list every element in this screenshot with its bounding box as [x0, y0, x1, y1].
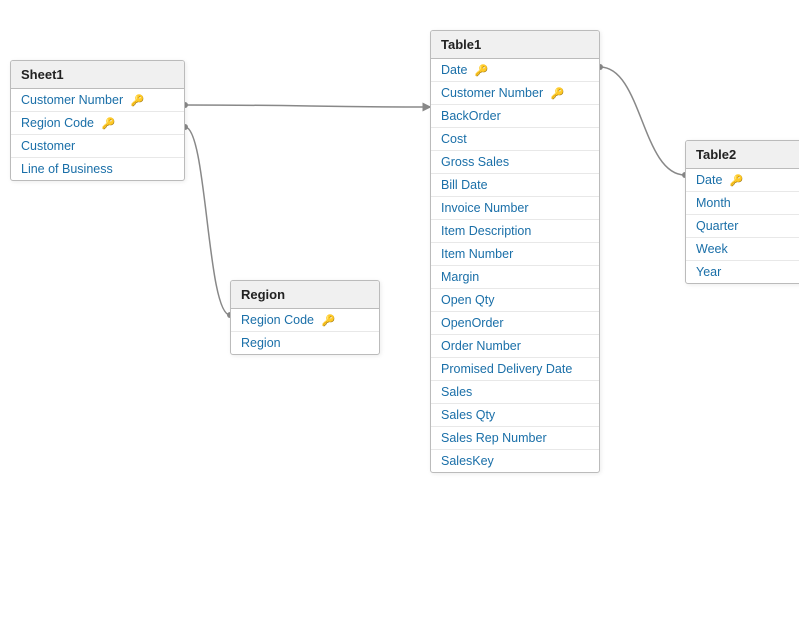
table2-date[interactable]: Date 🔑 [686, 169, 799, 192]
table1-openorder[interactable]: OpenOrder [431, 312, 599, 335]
table1-order-number[interactable]: Order Number [431, 335, 599, 358]
table1-item-description[interactable]: Item Description [431, 220, 599, 243]
table1-sales[interactable]: Sales [431, 381, 599, 404]
table1-sales-qty[interactable]: Sales Qty [431, 404, 599, 427]
table1-customer-number[interactable]: Customer Number 🔑 [431, 82, 599, 105]
table1-sales-rep-number[interactable]: Sales Rep Number [431, 427, 599, 450]
key-icon: 🔑 [475, 64, 489, 77]
sheet1-line-of-business[interactable]: Line of Business [11, 158, 184, 180]
table1-gross-sales[interactable]: Gross Sales [431, 151, 599, 174]
table1-item-number[interactable]: Item Number [431, 243, 599, 266]
sheet1-customer-number[interactable]: Customer Number 🔑 [11, 89, 184, 112]
table1-promised-delivery-date[interactable]: Promised Delivery Date [431, 358, 599, 381]
table1-cost[interactable]: Cost [431, 128, 599, 151]
key-icon: 🔑 [321, 314, 335, 327]
region-region[interactable]: Region [231, 332, 379, 354]
sheet1-title: Sheet1 [11, 61, 184, 89]
key-icon: 🔑 [131, 94, 145, 107]
region-table: Region Region Code 🔑 Region [230, 280, 380, 355]
region-region-code[interactable]: Region Code 🔑 [231, 309, 379, 332]
region-title: Region [231, 281, 379, 309]
key-icon: 🔑 [551, 87, 565, 100]
table2-quarter[interactable]: Quarter [686, 215, 799, 238]
table1-margin[interactable]: Margin [431, 266, 599, 289]
table1-saleskey[interactable]: SalesKey [431, 450, 599, 472]
table2-title: Table2 [686, 141, 799, 169]
sheet1-customer[interactable]: Customer [11, 135, 184, 158]
table2-week[interactable]: Week [686, 238, 799, 261]
key-icon: 🔑 [730, 174, 744, 187]
table1-table: Table1 Date 🔑 Customer Number 🔑 BackOrde… [430, 30, 600, 473]
table2-year[interactable]: Year [686, 261, 799, 283]
table1-backorder[interactable]: BackOrder [431, 105, 599, 128]
table1-bill-date[interactable]: Bill Date [431, 174, 599, 197]
table2-month[interactable]: Month [686, 192, 799, 215]
key-icon: 🔑 [101, 117, 115, 130]
diagram-canvas: Sheet1 Customer Number 🔑 Region Code 🔑 C… [0, 0, 799, 628]
table1-invoice-number[interactable]: Invoice Number [431, 197, 599, 220]
table2-table: Table2 Date 🔑 Month Quarter Week Year [685, 140, 799, 284]
table1-date[interactable]: Date 🔑 [431, 59, 599, 82]
table1-open-qty[interactable]: Open Qty [431, 289, 599, 312]
sheet1-table: Sheet1 Customer Number 🔑 Region Code 🔑 C… [10, 60, 185, 181]
table1-title: Table1 [431, 31, 599, 59]
sheet1-region-code[interactable]: Region Code 🔑 [11, 112, 184, 135]
